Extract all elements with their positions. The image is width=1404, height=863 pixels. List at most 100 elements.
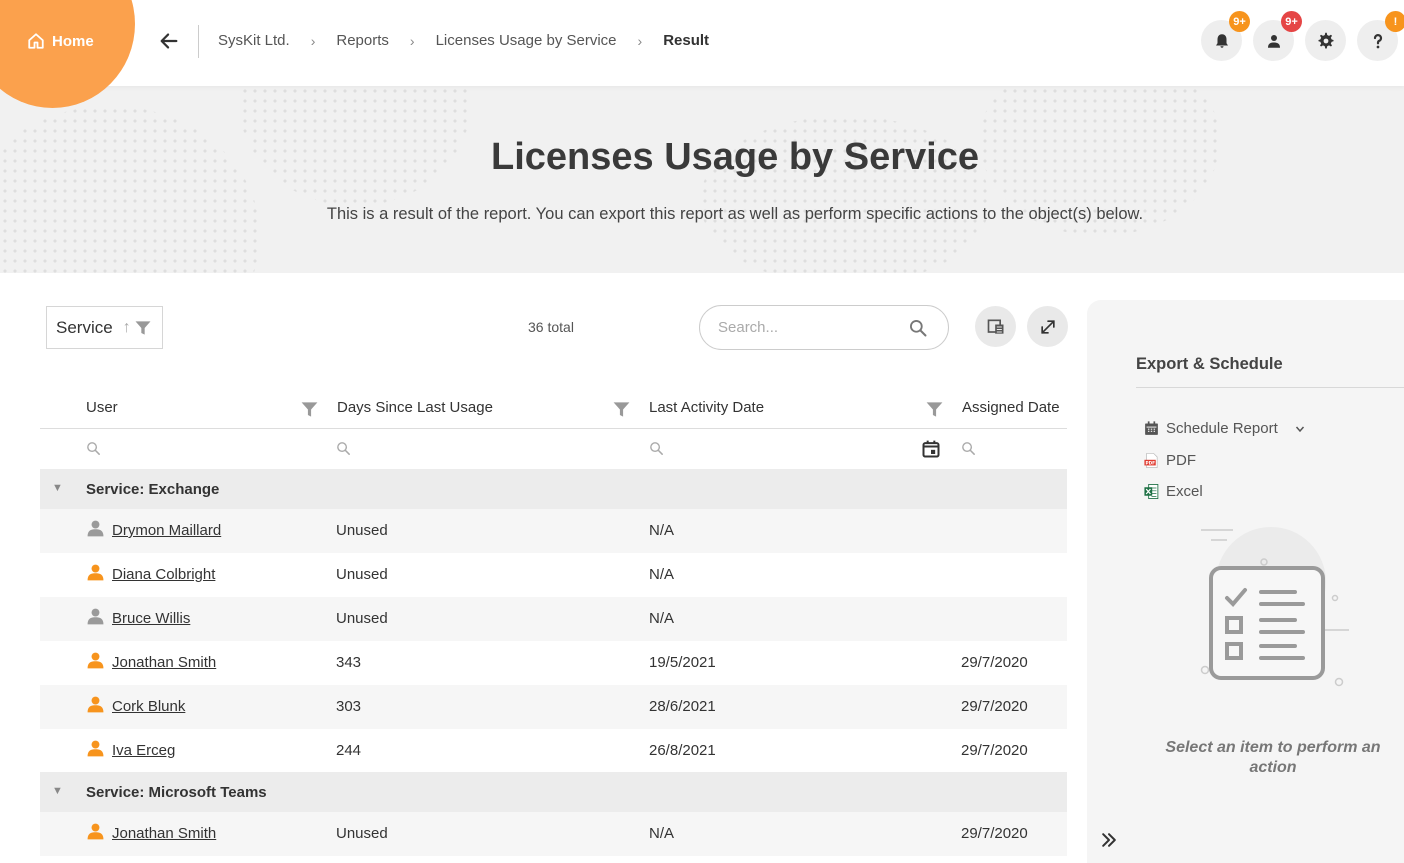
group-label: Service: Microsoft Teams xyxy=(86,784,267,801)
home-link[interactable]: Home xyxy=(27,32,94,50)
hero-banner: Licenses Usage by Service This is a resu… xyxy=(0,86,1404,273)
chevron-down-icon[interactable] xyxy=(1294,423,1306,435)
column-header-assigned[interactable]: Assigned Date xyxy=(962,399,1060,416)
table-row[interactable]: Iva Erceg 244 26/8/2021 29/7/2020 xyxy=(40,729,1067,773)
bell-icon xyxy=(1215,33,1228,48)
page-subtitle: This is a result of the report. You can … xyxy=(326,205,1144,223)
user-link[interactable]: Jonathan Smith xyxy=(112,825,216,842)
table-row[interactable]: Bruce Willis Unused N/A xyxy=(40,597,1067,641)
panel-divider xyxy=(1136,387,1404,388)
last-activity-cell: N/A xyxy=(649,566,675,583)
search-icon[interactable] xyxy=(85,440,102,457)
collapse-caret-icon[interactable]: ▼ xyxy=(52,482,63,494)
search-icon[interactable] xyxy=(648,440,665,457)
days-cell: Unused xyxy=(336,610,388,627)
breadcrumb-item-reports[interactable]: Reports xyxy=(336,32,389,49)
days-cell: 303 xyxy=(336,698,362,715)
filter-icon[interactable] xyxy=(300,400,319,419)
user-cell: Cork Blunk xyxy=(86,696,185,715)
user-cell: Jonathan Smith xyxy=(86,823,216,842)
checklist-illustration-icon xyxy=(1200,527,1349,687)
column-header-days[interactable]: Days Since Last Usage xyxy=(337,399,493,416)
chevron-right-icon: › xyxy=(310,32,316,49)
table-row[interactable]: Jonathan Smith Unused N/A 29/7/2020 xyxy=(40,812,1067,856)
days-cell: 343 xyxy=(336,654,362,671)
user-cell: Drymon Maillard xyxy=(86,520,221,539)
grid-header: User Days Since Last Usage Last Activity… xyxy=(40,388,1067,429)
notifications-button[interactable]: 9+ xyxy=(1201,11,1250,61)
table-row[interactable]: Cork Blunk 303 28/6/2021 29/7/2020 xyxy=(40,685,1067,729)
breadcrumb: SysKit Ltd. › Reports › Licenses Usage b… xyxy=(218,32,709,49)
user-gray-icon xyxy=(87,520,104,536)
user-cell: Iva Erceg xyxy=(86,740,175,759)
column-header-user[interactable]: User xyxy=(86,399,118,416)
search-icon[interactable] xyxy=(335,440,352,457)
excel-icon xyxy=(1144,483,1159,500)
excel-label: Excel xyxy=(1166,483,1203,500)
group-by-label: Service xyxy=(56,317,113,337)
user-gray-icon xyxy=(87,608,104,624)
sort-arrow-icon[interactable]: ↑ xyxy=(123,319,131,337)
table-row[interactable]: Diana Colbright Unused N/A xyxy=(40,553,1067,597)
user-orange-icon xyxy=(87,564,104,580)
user-link[interactable]: Bruce Willis xyxy=(112,610,190,627)
column-chooser-button[interactable] xyxy=(975,306,1016,347)
gear-icon xyxy=(1318,32,1333,48)
filter-icon[interactable] xyxy=(133,318,153,338)
search-icon[interactable] xyxy=(908,318,928,338)
back-arrow-icon[interactable] xyxy=(158,30,180,52)
help-button[interactable]: ! xyxy=(1357,11,1404,61)
home-icon xyxy=(28,33,44,49)
group-label: Service: Exchange xyxy=(86,481,220,498)
user-link[interactable]: Cork Blunk xyxy=(112,698,185,715)
filter-row xyxy=(40,429,1067,469)
user-link[interactable]: Jonathan Smith xyxy=(112,654,216,671)
search-icon[interactable] xyxy=(960,440,977,457)
last-activity-cell: N/A xyxy=(649,522,675,539)
group-by-chip[interactable]: Service ↑ xyxy=(46,306,163,349)
settings-button[interactable] xyxy=(1305,20,1346,61)
user-link[interactable]: Iva Erceg xyxy=(112,742,175,759)
last-activity-cell: 28/6/2021 xyxy=(649,698,716,715)
breadcrumb-item-org[interactable]: SysKit Ltd. xyxy=(218,32,290,49)
column-header-last-activity[interactable]: Last Activity Date xyxy=(649,399,764,416)
assigned-cell: 29/7/2020 xyxy=(961,742,1028,759)
collapse-caret-icon[interactable]: ▼ xyxy=(52,785,63,797)
help-badge: ! xyxy=(1385,11,1404,32)
breadcrumb-divider xyxy=(198,25,199,58)
table-row[interactable]: Jonathan Smith 343 19/5/2021 29/7/2020 xyxy=(40,641,1067,685)
assigned-cell: 29/7/2020 xyxy=(961,654,1028,671)
days-cell: 244 xyxy=(336,742,362,759)
pdf-icon: PDF xyxy=(1144,453,1158,468)
dot-pattern xyxy=(0,106,260,273)
selection-hint: Select an item to perform an action xyxy=(1165,739,1381,776)
calendar-icon[interactable] xyxy=(921,439,941,459)
pdf-label: PDF xyxy=(1166,452,1196,469)
filter-icon[interactable] xyxy=(612,400,631,419)
user-cell: Bruce Willis xyxy=(86,608,190,627)
group-row-microsoft-teams[interactable]: ▼ Service: Microsoft Teams xyxy=(40,772,1067,812)
schedule-report-button[interactable]: Schedule Report xyxy=(1143,420,1312,437)
user-icon xyxy=(1267,34,1280,48)
svg-text:PDF: PDF xyxy=(1145,460,1155,466)
total-count: 36 total xyxy=(528,319,574,335)
fullscreen-button[interactable] xyxy=(1027,306,1068,347)
search-input[interactable] xyxy=(718,319,898,336)
users-button[interactable]: 9+ xyxy=(1253,11,1302,61)
breadcrumb-current: Result xyxy=(663,32,710,49)
assigned-cell: 29/7/2020 xyxy=(961,698,1028,715)
search-box[interactable] xyxy=(699,305,949,350)
user-cell: Diana Colbright xyxy=(86,564,215,583)
double-chevron-right-icon[interactable] xyxy=(1099,830,1119,850)
export-pdf-button[interactable]: PDF PDF xyxy=(1143,452,1196,469)
notifications-badge: 9+ xyxy=(1229,11,1250,32)
last-activity-cell: N/A xyxy=(649,610,675,627)
export-excel-button[interactable]: Excel xyxy=(1143,483,1203,500)
user-link[interactable]: Drymon Maillard xyxy=(112,522,221,539)
table-row[interactable]: Drymon Maillard Unused N/A xyxy=(40,509,1067,553)
column-chooser-icon xyxy=(987,319,1003,334)
breadcrumb-item-report[interactable]: Licenses Usage by Service xyxy=(436,32,617,49)
group-row-exchange[interactable]: ▼ Service: Exchange xyxy=(40,469,1067,509)
user-link[interactable]: Diana Colbright xyxy=(112,566,215,583)
filter-icon[interactable] xyxy=(925,400,944,419)
